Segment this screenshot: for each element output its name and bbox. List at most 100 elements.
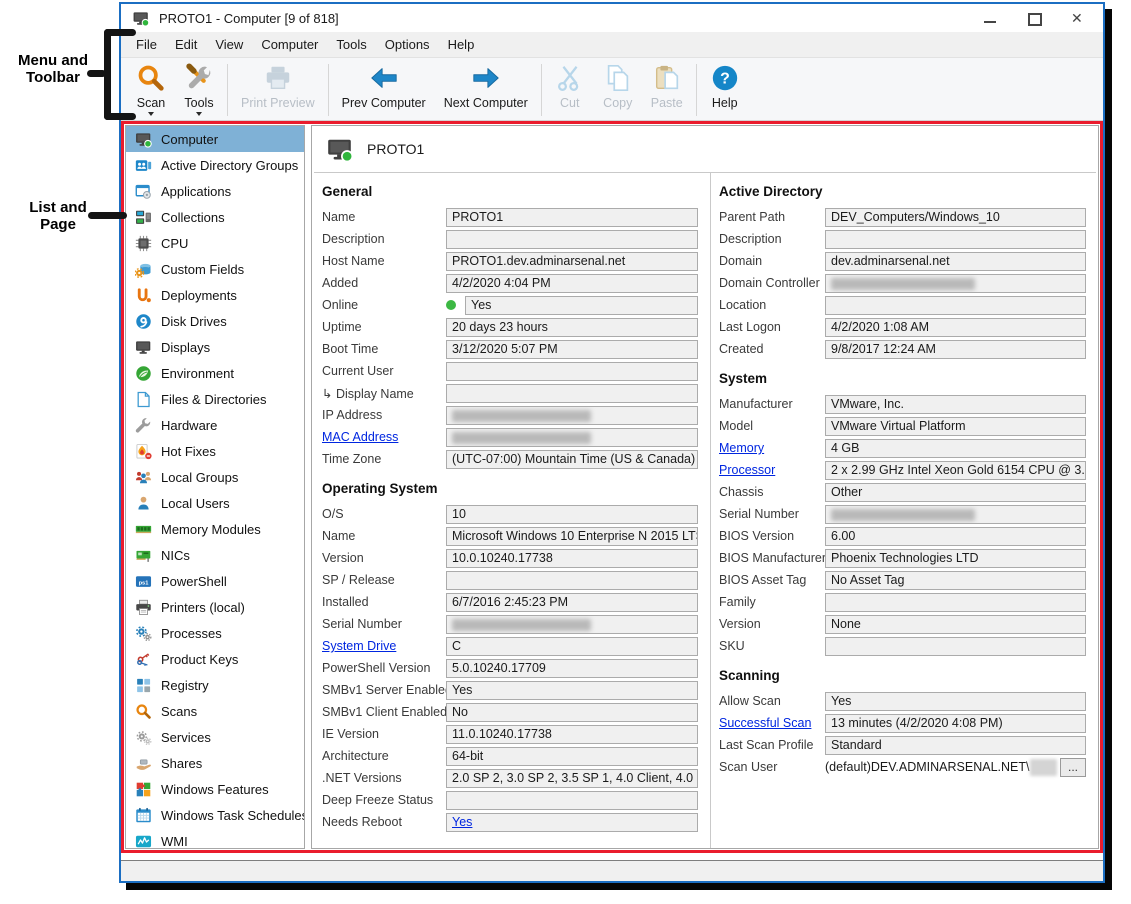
sidebar-item-deployments[interactable]: Deployments [126, 282, 304, 308]
field-value[interactable]: 6/7/2016 2:45:23 PM [446, 593, 698, 612]
field-value[interactable] [825, 230, 1086, 249]
sidebar-item-computer[interactable]: Computer [126, 126, 304, 152]
menu-item-computer[interactable]: Computer [252, 33, 327, 56]
sidebar-item-product-keys[interactable]: Product Keys [126, 646, 304, 672]
field-value[interactable]: (UTC-07:00) Mountain Time (US & Canada) [446, 450, 698, 469]
toolbar-button-prev-computer[interactable]: Prev Computer [333, 60, 435, 120]
field-value[interactable]: 9/8/2017 12:24 AM [825, 340, 1086, 359]
field-value[interactable]: No Asset Tag [825, 571, 1086, 590]
field-value[interactable] [446, 384, 698, 403]
field-value[interactable]: 4 GB [825, 439, 1086, 458]
maximize-button[interactable] [1027, 12, 1041, 25]
field-value[interactable]: 10 [446, 505, 698, 524]
field-label-text[interactable]: Memory [719, 441, 764, 455]
field-value[interactable]: VMware, Inc. [825, 395, 1086, 414]
browse-button[interactable]: ... [1060, 758, 1086, 777]
sidebar-item-custom-fields[interactable]: Custom Fields [126, 256, 304, 282]
field-value[interactable]: 11.0.10240.17738 [446, 725, 698, 744]
field-value[interactable] [446, 362, 698, 381]
sidebar-item-registry[interactable]: Registry [126, 672, 304, 698]
sidebar-item-memory-modules[interactable]: Memory Modules [126, 516, 304, 542]
field-value[interactable]: 4/2/2020 4:04 PM [446, 274, 698, 293]
menu-item-tools[interactable]: Tools [327, 33, 375, 56]
field-value[interactable] [825, 274, 1086, 293]
sidebar-item-active-directory-groups[interactable]: Active Directory Groups [126, 152, 304, 178]
menu-item-view[interactable]: View [206, 33, 252, 56]
sidebar-item-nics[interactable]: NICs [126, 542, 304, 568]
field-value[interactable]: 20 days 23 hours [446, 318, 698, 337]
field-value[interactable]: 13 minutes (4/2/2020 4:08 PM) [825, 714, 1086, 733]
field-value[interactable]: 2 x 2.99 GHz Intel Xeon Gold 6154 CPU @ … [825, 461, 1086, 480]
field-label-text[interactable]: System Drive [322, 639, 396, 653]
sidebar-item-scans[interactable]: Scans [126, 698, 304, 724]
toolbar-button-next-computer[interactable]: Next Computer [435, 60, 537, 120]
sidebar-item-files-directories[interactable]: Files & Directories [126, 386, 304, 412]
sidebar-item-services[interactable]: Services [126, 724, 304, 750]
field-value[interactable]: C [446, 637, 698, 656]
field-value[interactable]: None [825, 615, 1086, 634]
sidebar-item-processes[interactable]: Processes [126, 620, 304, 646]
field-value[interactable]: PROTO1.dev.adminarsenal.net [446, 252, 698, 271]
field-value[interactable]: 64-bit [446, 747, 698, 766]
menu-item-edit[interactable]: Edit [166, 33, 206, 56]
field-value[interactable] [446, 571, 698, 590]
dropdown-caret-icon[interactable] [148, 112, 154, 116]
sidebar-item-windows-features[interactable]: Windows Features [126, 776, 304, 802]
field-value-link[interactable]: Yes [452, 815, 472, 829]
field-value[interactable]: 3/12/2020 5:07 PM [446, 340, 698, 359]
sidebar-item-windows-task-schedules[interactable]: Windows Task Schedules [126, 802, 304, 828]
field-value[interactable]: Phoenix Technologies LTD [825, 549, 1086, 568]
field-value[interactable]: Yes [446, 813, 698, 832]
field-value[interactable]: dev.adminarsenal.net [825, 252, 1086, 271]
field-value[interactable] [825, 593, 1086, 612]
sidebar-item-printers-local[interactable]: Printers (local) [126, 594, 304, 620]
field-value[interactable] [446, 428, 698, 447]
sidebar-item-powershell[interactable]: ps1PowerShell [126, 568, 304, 594]
close-button[interactable] [1071, 12, 1085, 25]
field-value[interactable]: 6.00 [825, 527, 1086, 546]
sidebar-item-hardware[interactable]: Hardware [126, 412, 304, 438]
field-value[interactable] [825, 296, 1086, 315]
toolbar-button-scan[interactable]: Scan [127, 60, 175, 120]
field-value[interactable] [825, 637, 1086, 656]
field-value[interactable]: 5.0.10240.17709 [446, 659, 698, 678]
field-value[interactable]: (default)DEV.ADMINARSENAL.NET\ [825, 759, 1057, 776]
field-value[interactable] [446, 406, 698, 425]
field-value[interactable]: Microsoft Windows 10 Enterprise N 2015 L… [446, 527, 698, 546]
menu-item-options[interactable]: Options [376, 33, 439, 56]
field-value[interactable]: 10.0.10240.17738 [446, 549, 698, 568]
field-value[interactable] [446, 791, 698, 810]
toolbar-button-help[interactable]: ?Help [701, 60, 749, 120]
minimize-button[interactable] [983, 12, 997, 25]
field-value[interactable] [825, 505, 1086, 524]
field-label-text[interactable]: Processor [719, 463, 775, 477]
sidebar-item-disk-drives[interactable]: Disk Drives [126, 308, 304, 334]
field-label-text[interactable]: MAC Address [322, 430, 398, 444]
field-value[interactable]: 2.0 SP 2, 3.0 SP 2, 3.5 SP 1, 4.0 Client… [446, 769, 698, 788]
field-value[interactable]: Standard [825, 736, 1086, 755]
sidebar-item-hot-fixes[interactable]: Hot Fixes [126, 438, 304, 464]
field-value[interactable]: DEV_Computers/Windows_10 [825, 208, 1086, 227]
toolbar-button-tools[interactable]: Tools [175, 60, 223, 120]
menu-item-help[interactable]: Help [439, 33, 484, 56]
sidebar-item-applications[interactable]: Applications [126, 178, 304, 204]
sidebar-item-environment[interactable]: Environment [126, 360, 304, 386]
field-value[interactable]: 4/2/2020 1:08 AM [825, 318, 1086, 337]
sidebar-item-collections[interactable]: Collections [126, 204, 304, 230]
sidebar-item-wmi[interactable]: WMI [126, 828, 304, 849]
field-value[interactable]: No [446, 703, 698, 722]
field-value[interactable]: VMware Virtual Platform [825, 417, 1086, 436]
field-value[interactable]: PROTO1 [446, 208, 698, 227]
sidebar-item-local-users[interactable]: Local Users [126, 490, 304, 516]
sidebar-item-shares[interactable]: Shares [126, 750, 304, 776]
field-label-text[interactable]: Successful Scan [719, 716, 811, 730]
dropdown-caret-icon[interactable] [196, 112, 202, 116]
field-value[interactable]: Other [825, 483, 1086, 502]
field-value[interactable] [446, 615, 698, 634]
field-value[interactable]: Yes [446, 681, 698, 700]
field-value[interactable]: Yes [825, 692, 1086, 711]
field-value[interactable]: Yes [465, 296, 698, 315]
sidebar-item-displays[interactable]: Displays [126, 334, 304, 360]
menu-item-file[interactable]: File [127, 33, 166, 56]
field-value[interactable] [446, 230, 698, 249]
